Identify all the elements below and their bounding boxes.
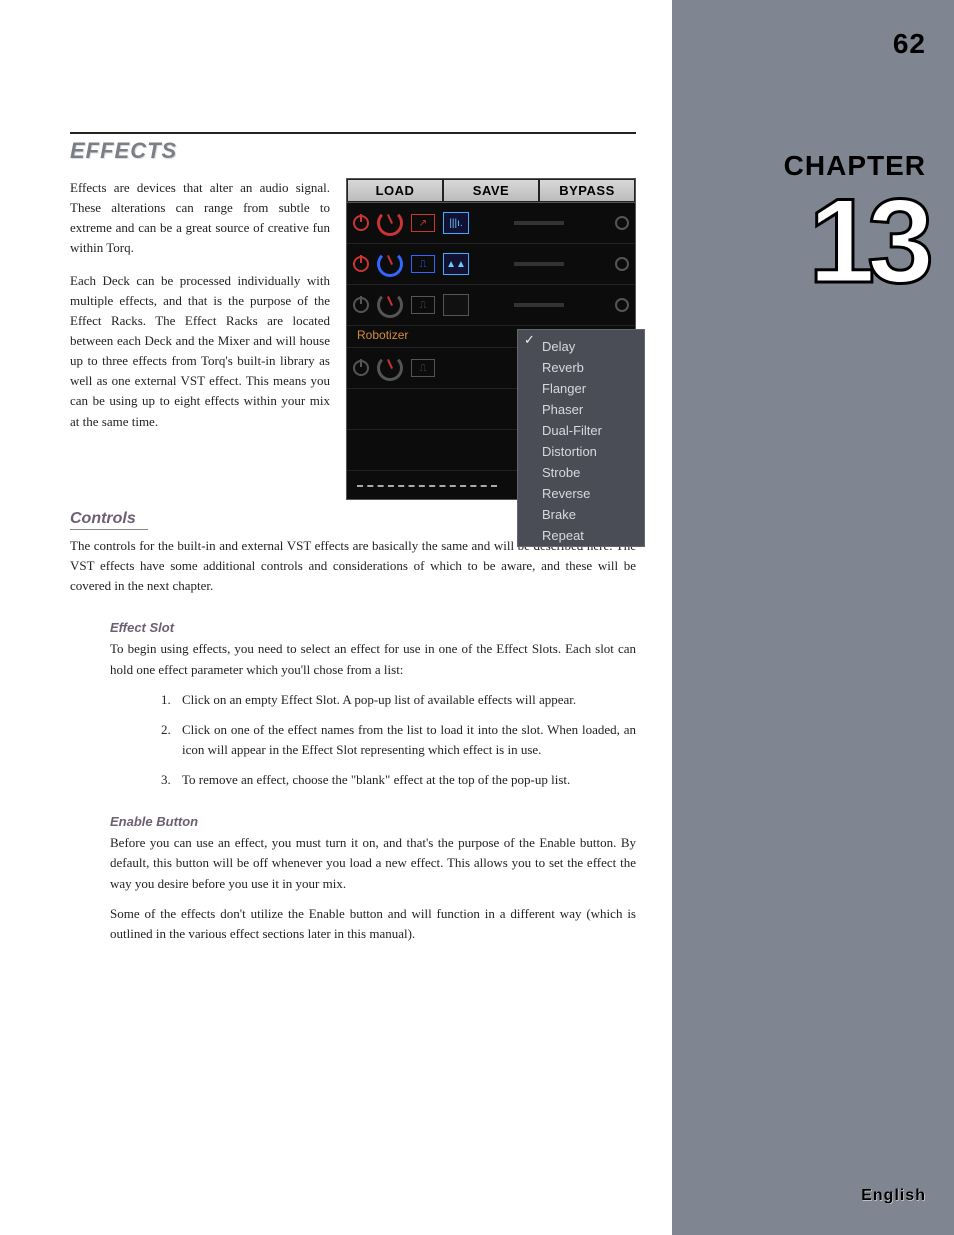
save-button[interactable]: SAVE: [443, 179, 539, 202]
power-icon[interactable]: [353, 297, 369, 313]
power-icon[interactable]: [353, 215, 369, 231]
knob-icon[interactable]: [377, 355, 403, 381]
fx-row-1: ↗ |||ı.: [347, 203, 635, 244]
dropdown-item[interactable]: Flanger: [518, 378, 644, 399]
effect-slot[interactable]: ▲▲: [443, 253, 469, 275]
effects-panel-figure: LOAD SAVE BYPASS ↗ |||ı. ⎍ ▲▲: [346, 178, 636, 500]
sidebar-top: 62 CHAPTER 13: [784, 28, 926, 298]
dropdown-item[interactable]: Phaser: [518, 399, 644, 420]
sidebar-column: 62 CHAPTER 13 English: [672, 0, 954, 1235]
section-rule: [70, 132, 636, 134]
fx-toolbar: LOAD SAVE BYPASS: [347, 179, 635, 203]
knob-icon[interactable]: [377, 292, 403, 318]
chapter-number: 13: [784, 184, 926, 298]
paragraph: Effects are devices that alter an audio …: [70, 178, 330, 259]
dropdown-item[interactable]: Reverb: [518, 357, 644, 378]
paragraph: Before you can use an effect, you must t…: [110, 833, 636, 893]
endcap-icon[interactable]: [615, 257, 629, 271]
dropdown-item[interactable]: Dual-Filter: [518, 420, 644, 441]
section-title: EFFECTS: [70, 138, 636, 164]
minor-heading: Effect Slot: [110, 620, 636, 635]
language-label: English: [861, 1187, 926, 1205]
tweak-bar[interactable]: [514, 262, 564, 266]
list-item: Click on an empty Effect Slot. A pop-up …: [174, 690, 636, 710]
dropdown-item[interactable]: Repeat: [518, 525, 644, 546]
route-icon[interactable]: ⎍: [411, 296, 435, 314]
minor-heading: Enable Button: [110, 814, 636, 829]
dropdown-item[interactable]: Reverse: [518, 483, 644, 504]
effect-slot[interactable]: |||ı.: [443, 212, 469, 234]
list-item: To remove an effect, choose the "blank" …: [174, 770, 636, 790]
dropdown-item[interactable]: Delay: [518, 336, 644, 357]
paragraph: To begin using effects, you need to sele…: [110, 639, 636, 679]
waveform-icon: [357, 479, 497, 487]
dropdown-item[interactable]: Brake: [518, 504, 644, 525]
route-icon[interactable]: ⎍: [411, 359, 435, 377]
intro-row: Effects are devices that alter an audio …: [70, 178, 636, 500]
paragraph: Some of the effects don't utilize the En…: [110, 904, 636, 944]
tweak-bar[interactable]: [514, 221, 564, 225]
dropdown-item[interactable]: Distortion: [518, 441, 644, 462]
route-icon[interactable]: ⎍: [411, 255, 435, 273]
power-icon[interactable]: [353, 360, 369, 376]
endcap-icon[interactable]: [615, 298, 629, 312]
endcap-icon[interactable]: [615, 216, 629, 230]
list-item: Click on one of the effect names from th…: [174, 720, 636, 760]
knob-icon[interactable]: [377, 210, 403, 236]
knob-icon[interactable]: [377, 251, 403, 277]
ordered-steps: Click on an empty Effect Slot. A pop-up …: [174, 690, 636, 791]
intro-text: Effects are devices that alter an audio …: [70, 178, 330, 500]
route-icon[interactable]: ↗: [411, 214, 435, 232]
page-number: 62: [784, 28, 926, 60]
bypass-button[interactable]: BYPASS: [539, 179, 635, 202]
power-icon[interactable]: [353, 256, 369, 272]
fx-row-3: ⎍: [347, 285, 635, 326]
effect-slot-empty[interactable]: [443, 294, 469, 316]
dropdown-item[interactable]: Strobe: [518, 462, 644, 483]
chapter-block: CHAPTER 13: [784, 150, 926, 298]
load-button[interactable]: LOAD: [347, 179, 443, 202]
paragraph: Each Deck can be processed individually …: [70, 271, 330, 432]
fx-row-2: ⎍ ▲▲: [347, 244, 635, 285]
effects-dropdown[interactable]: Delay Reverb Flanger Phaser Dual-Filter …: [517, 329, 645, 547]
tweak-bar[interactable]: [514, 303, 564, 307]
indented-block: Effect Slot To begin using effects, you …: [110, 620, 636, 944]
document-page: EFFECTS Effects are devices that alter a…: [0, 0, 672, 1235]
subsection-heading: Controls: [70, 510, 148, 530]
